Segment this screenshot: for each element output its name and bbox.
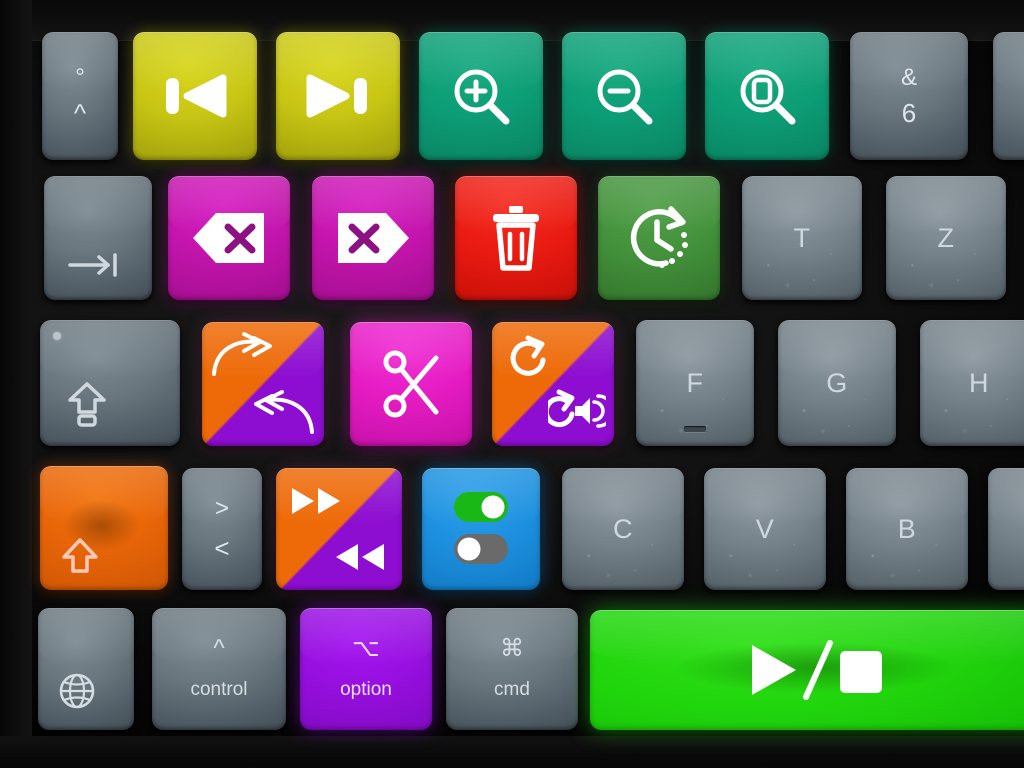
key-forward-delete[interactable] — [312, 176, 434, 300]
caps-lock-indicator — [53, 332, 61, 340]
key-command[interactable]: ⌘ cmd — [446, 608, 578, 730]
key-tab[interactable] — [44, 176, 152, 300]
zoom-in-icon — [450, 65, 512, 127]
key-gloss — [38, 608, 134, 665]
key-spacebar-play-stop[interactable] — [590, 610, 1024, 730]
zoom-out-icon — [593, 65, 655, 127]
delete-right-icon — [334, 210, 412, 266]
clock-history-icon — [619, 201, 699, 275]
key-cut[interactable] — [350, 322, 472, 446]
tab-arrow-icon — [68, 252, 122, 278]
key-label: G — [826, 367, 848, 398]
key-g[interactable]: G — [778, 320, 896, 446]
chassis-left-edge — [0, 0, 32, 768]
key-option[interactable]: ⌥ option — [300, 608, 432, 730]
key-legend-top: & — [900, 64, 917, 91]
key-previous-track[interactable] — [133, 32, 257, 160]
key-gloss — [993, 32, 1024, 91]
key-fastforward-rewind[interactable] — [276, 468, 402, 590]
key-c[interactable]: C — [562, 468, 684, 590]
key-label: Z — [937, 222, 955, 253]
chassis-bottom-edge — [0, 736, 1024, 768]
key-zoom-out[interactable] — [562, 32, 686, 160]
key-legend-bottom: 6 — [901, 98, 917, 128]
control-symbol: ^ — [213, 635, 225, 662]
scissors-icon — [380, 350, 442, 418]
key-label: H — [969, 367, 989, 398]
key-globe[interactable] — [38, 608, 134, 730]
key-label: B — [897, 513, 917, 544]
undo-arrow-icon — [252, 390, 316, 436]
key-gloss — [40, 320, 180, 378]
toggle-switches-icon — [446, 490, 516, 568]
homing-bar — [684, 426, 706, 432]
key-refresh-speak[interactable] — [492, 322, 614, 446]
key-caps-lock[interactable] — [40, 320, 180, 446]
key-label: option — [340, 679, 392, 700]
key-b[interactable]: B — [846, 468, 968, 590]
key-toggle-switches[interactable] — [422, 468, 540, 590]
key-z[interactable]: Z — [886, 176, 1006, 300]
key-label: cmd — [494, 679, 530, 700]
caps-lock-icon — [66, 380, 108, 428]
key-zoom-fit[interactable] — [705, 32, 829, 160]
key-gloss — [44, 176, 152, 234]
key-legend-bottom: < — [214, 533, 230, 563]
key-legend-bottom: ^ — [73, 98, 87, 128]
refresh-icon — [504, 334, 556, 382]
fast-forward-icon — [290, 486, 346, 516]
key-next-track[interactable] — [276, 32, 400, 160]
key-t[interactable]: T — [742, 176, 862, 300]
key-gloss — [40, 466, 168, 524]
key-legend-top: ° — [75, 64, 85, 91]
command-symbol: ⌘ — [500, 635, 524, 662]
redo-undo-icon — [210, 332, 274, 378]
globe-icon — [58, 672, 96, 710]
key-backspace[interactable] — [168, 176, 290, 300]
speaker-refresh-icon — [548, 386, 606, 434]
key-gloss — [988, 468, 1024, 525]
zoom-fit-icon — [736, 65, 798, 127]
key-label: control — [190, 679, 248, 700]
keyboard-photo: ° ^ & 6 T Z F G H > < C V B ^ control ⌥ … — [0, 0, 1024, 768]
key-label: F — [686, 367, 704, 398]
key-6-ampersand[interactable]: & 6 — [850, 32, 968, 160]
key-circumflex[interactable]: ° ^ — [42, 32, 118, 160]
key-f[interactable]: F — [636, 320, 754, 446]
key-left-shift[interactable] — [40, 466, 168, 590]
key-label: C — [613, 513, 633, 544]
rewind-icon — [332, 542, 388, 572]
trash-icon — [488, 204, 544, 272]
previous-track-icon — [161, 73, 229, 119]
key-trash[interactable] — [455, 176, 577, 300]
option-symbol: ⌥ — [352, 635, 380, 662]
key-v[interactable]: V — [704, 468, 826, 590]
key-history[interactable] — [598, 176, 720, 300]
key-zoom-in[interactable] — [419, 32, 543, 160]
key-angle-brackets[interactable]: > < — [182, 468, 262, 590]
key-control[interactable]: ^ control — [152, 608, 286, 730]
key-n-partial[interactable] — [988, 468, 1024, 590]
play-stop-icon — [748, 639, 888, 701]
key-redo-undo[interactable] — [202, 322, 324, 446]
backspace-left-icon — [190, 210, 268, 266]
next-track-icon — [304, 73, 372, 119]
key-label: T — [793, 222, 811, 253]
key-7-partial[interactable] — [993, 32, 1024, 160]
shift-arrow-icon — [60, 536, 100, 576]
key-label: V — [755, 513, 775, 544]
key-h[interactable]: H — [920, 320, 1024, 446]
key-legend-top: > — [214, 495, 229, 522]
